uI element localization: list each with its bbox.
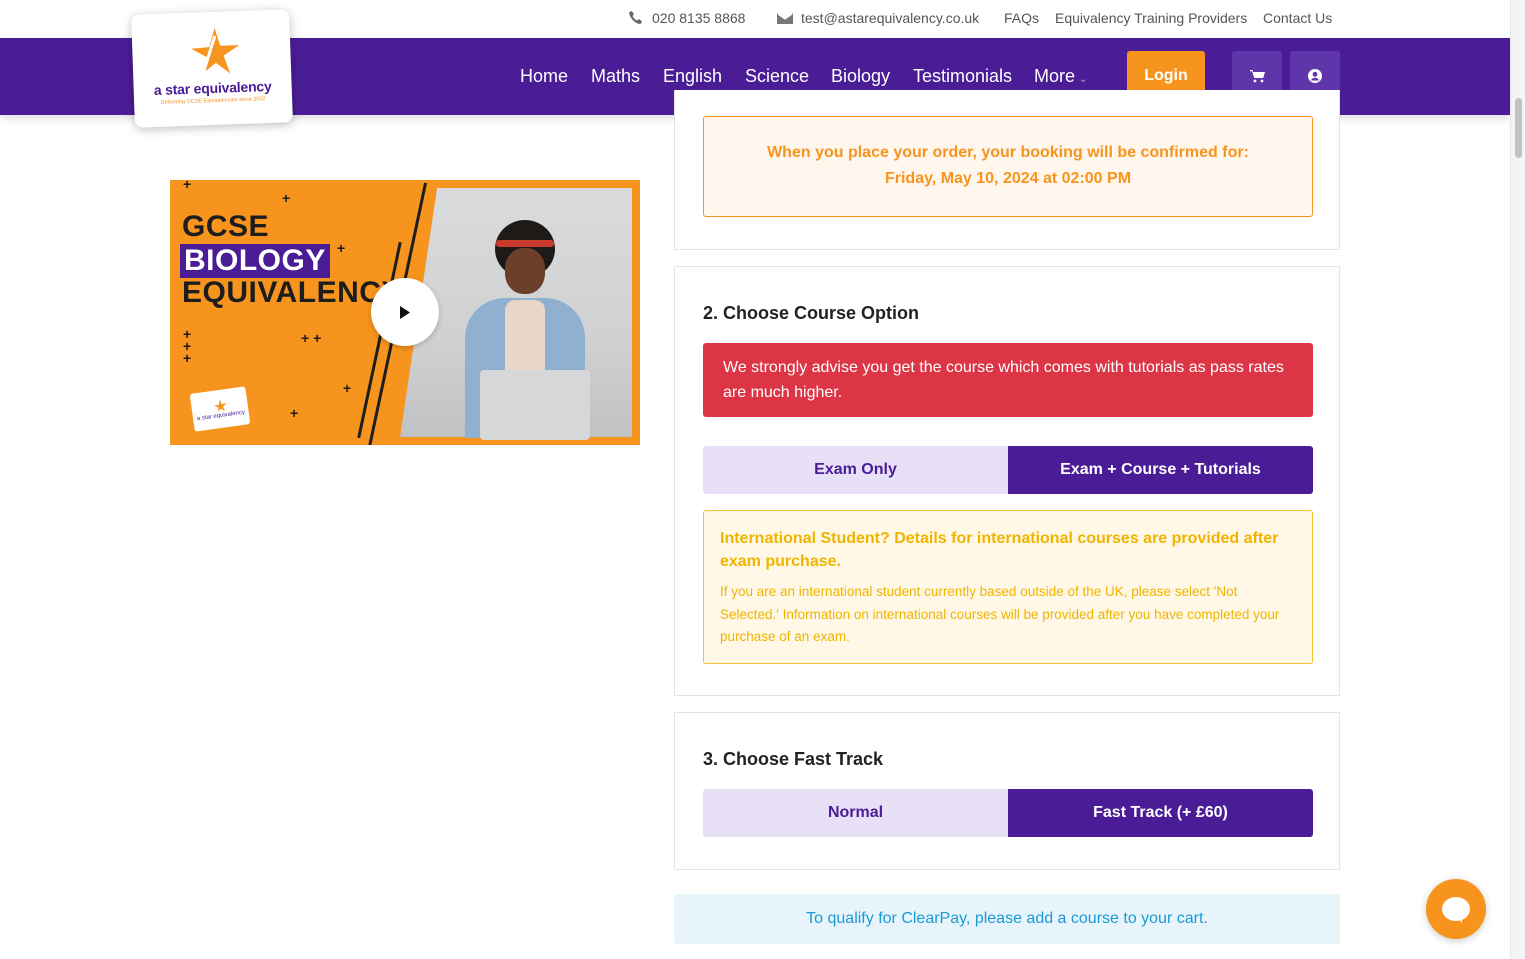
video-title-line2: BIOLOGY xyxy=(180,244,330,278)
course-video-thumbnail[interactable]: GCSE BIOLOGY EQUIVALENCY + + + + + + + +… xyxy=(170,180,640,445)
logo-brand-name: a star equivalency xyxy=(153,77,272,99)
booking-datetime: Friday, May 10, 2024 at 02:00 PM xyxy=(884,170,1132,187)
faqs-link[interactable]: FAQs xyxy=(1004,10,1039,26)
course-option-card: 2. Choose Course Option We strongly advi… xyxy=(674,266,1340,696)
chat-widget-button[interactable] xyxy=(1426,879,1486,939)
exam-only-option[interactable]: Exam Only xyxy=(703,446,1008,494)
user-circle-icon xyxy=(1308,69,1322,83)
course-option-title: 2. Choose Course Option xyxy=(703,303,920,323)
clearpay-notice: To qualify for ClearPay, please add a co… xyxy=(674,894,1340,944)
cart-icon xyxy=(1249,69,1265,82)
nav-more[interactable]: More ⌄ xyxy=(1034,66,1087,87)
student-illustration xyxy=(460,220,590,440)
play-button[interactable] xyxy=(371,278,439,346)
nav-testimonials[interactable]: Testimonials xyxy=(913,66,1012,87)
fast-track-card: 3. Choose Fast Track Normal Fast Track (… xyxy=(674,712,1340,870)
email-address: test@astarequivalency.co.uk xyxy=(801,10,980,26)
nav-home[interactable]: Home xyxy=(520,66,568,87)
nav-maths[interactable]: Maths xyxy=(591,66,640,87)
plus-decoration: + + xyxy=(301,330,322,346)
training-providers-link[interactable]: Equivalency Training Providers xyxy=(1055,10,1247,26)
plus-decoration: + xyxy=(290,405,299,421)
phone-icon xyxy=(629,11,642,24)
site-logo[interactable]: a star equivalency Delivering GCSE Equiv… xyxy=(131,9,293,128)
page-scrollbar[interactable] xyxy=(1510,0,1525,959)
nav-science[interactable]: Science xyxy=(745,66,809,87)
training-providers-label: Equivalency Training Providers xyxy=(1055,10,1248,26)
international-student-notice: International Student? Details for inter… xyxy=(703,510,1313,664)
tutorials-advice-alert: We strongly advise you get the course wh… xyxy=(703,343,1313,417)
plus-decoration: + xyxy=(343,380,352,396)
exam-course-tutorials-option[interactable]: Exam + Course + Tutorials xyxy=(1008,446,1313,494)
course-option-toggle: Exam Only Exam + Course + Tutorials xyxy=(703,446,1313,494)
play-icon xyxy=(400,305,410,319)
envelope-icon xyxy=(777,12,793,24)
fast-track-option[interactable]: Fast Track (+ £60) xyxy=(1008,789,1313,837)
booking-card: When you place your order, your booking … xyxy=(674,90,1340,250)
normal-option[interactable]: Normal xyxy=(703,789,1008,837)
international-notice-body: If you are an international student curr… xyxy=(720,584,1280,644)
logo-tagline: Delivering GCSE Equivalencies since 2002 xyxy=(160,96,266,106)
scrollbar-thumb[interactable] xyxy=(1515,98,1522,158)
contact-us-label: Contact Us xyxy=(1263,10,1333,26)
video-title-line1: GCSE xyxy=(182,210,270,243)
plus-decoration: + xyxy=(183,350,192,366)
plus-decoration: + xyxy=(337,240,346,256)
phone-link[interactable]: 020 8135 8868 xyxy=(628,10,745,26)
nav-english[interactable]: English xyxy=(663,66,722,87)
plus-decoration: + xyxy=(183,180,192,192)
video-title-line3: EQUIVALENCY xyxy=(182,276,402,309)
faqs-label: FAQs xyxy=(1004,10,1040,26)
fast-track-title: 3. Choose Fast Track xyxy=(703,749,884,769)
star-logo-icon xyxy=(191,27,240,77)
booking-confirmation-box: When you place your order, your booking … xyxy=(703,116,1313,217)
contact-us-link[interactable]: Contact Us xyxy=(1263,10,1332,26)
booking-confirmation-text: When you place your order, your booking … xyxy=(767,144,1249,161)
nav-biology[interactable]: Biology xyxy=(831,66,890,87)
international-notice-heading: International Student? Details for inter… xyxy=(720,530,1279,570)
fast-track-toggle: Normal Fast Track (+ £60) xyxy=(703,789,1313,837)
page: 020 8135 8868 test@astarequivalency.co.u… xyxy=(0,0,1525,959)
plus-decoration: + xyxy=(282,190,291,206)
phone-number: 020 8135 8868 xyxy=(652,10,746,26)
video-mini-logo: a star equivalency xyxy=(189,386,251,432)
nav-more-label: More xyxy=(1034,66,1076,86)
chevron-down-icon: ⌄ xyxy=(1079,74,1088,85)
email-link[interactable]: test@astarequivalency.co.uk xyxy=(777,10,979,26)
chat-bubble-icon xyxy=(1442,897,1470,923)
